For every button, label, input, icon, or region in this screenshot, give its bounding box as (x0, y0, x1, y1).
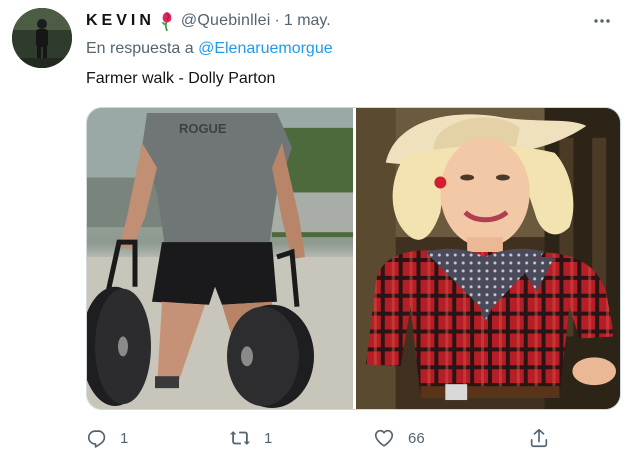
reply-count: 1 (120, 429, 129, 447)
user-handle[interactable]: @Quebinllei (181, 12, 271, 30)
rose-icon (159, 11, 175, 31)
reply-button[interactable]: 1 (86, 425, 128, 451)
retweet-count: 1 (264, 429, 273, 447)
retweet-button[interactable]: 1 (228, 425, 272, 451)
tweet-date[interactable]: 1 may. (284, 12, 331, 30)
tweet-text: Farmer walk - Dolly Parton (86, 70, 276, 87)
share-button[interactable] (528, 425, 550, 451)
like-count: 66 (408, 429, 425, 447)
more-options-button[interactable] (591, 10, 613, 32)
heart-icon (374, 429, 394, 447)
reply-prefix: En respuesta a (86, 40, 194, 57)
media-image-farmer-walk[interactable]: ROGUE (87, 108, 353, 409)
reply-to-link[interactable]: @Elenaruemorgue (198, 40, 333, 57)
reply-icon (87, 430, 106, 448)
media-image-dolly-parton[interactable] (356, 108, 620, 409)
display-name[interactable]: KEVIN (86, 12, 155, 30)
media-grid: ROGUE (86, 107, 621, 410)
retweet-icon (229, 431, 251, 445)
tweet-actions: 1 1 66 (86, 425, 606, 451)
more-icon (594, 19, 610, 23)
reply-context: En respuesta a @Elenaruemorgue (86, 40, 333, 58)
separator-dot: · (274, 12, 280, 29)
tweet-header: KEVIN @Quebinllei · 1 may. (86, 10, 331, 32)
avatar[interactable] (12, 8, 72, 68)
share-icon (530, 428, 548, 448)
like-button[interactable]: 66 (372, 425, 425, 451)
shirt-logo-text: ROGUE (179, 121, 227, 136)
